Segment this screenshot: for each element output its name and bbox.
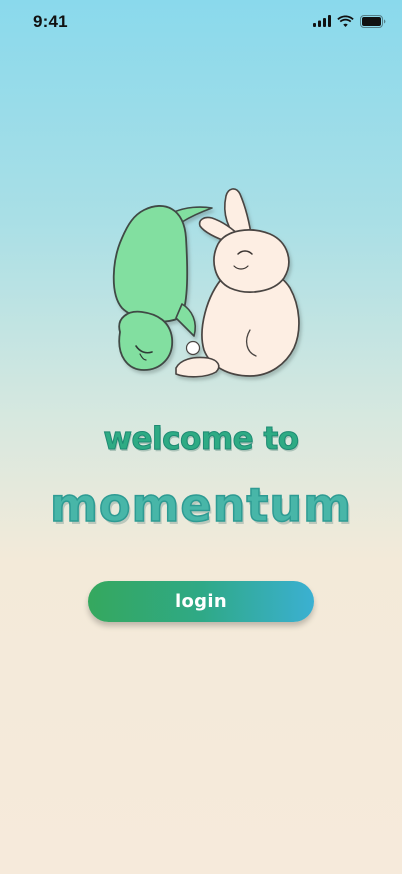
app-name: momentum bbox=[49, 477, 353, 533]
welcome-screen: 9:41 welcome to momentum login bbox=[0, 0, 402, 874]
status-icons bbox=[313, 14, 386, 28]
wifi-icon bbox=[337, 15, 354, 27]
status-time: 9:41 bbox=[33, 12, 68, 31]
welcome-heading: welcome to bbox=[103, 421, 300, 458]
login-label: login bbox=[175, 591, 227, 612]
hero-illustration bbox=[100, 180, 310, 390]
login-button[interactable]: login bbox=[88, 581, 314, 622]
bunny-illustration bbox=[175, 188, 300, 378]
battery-icon bbox=[360, 14, 386, 28]
cellular-signal-icon bbox=[313, 15, 331, 27]
status-bar: 9:41 bbox=[0, 0, 402, 44]
